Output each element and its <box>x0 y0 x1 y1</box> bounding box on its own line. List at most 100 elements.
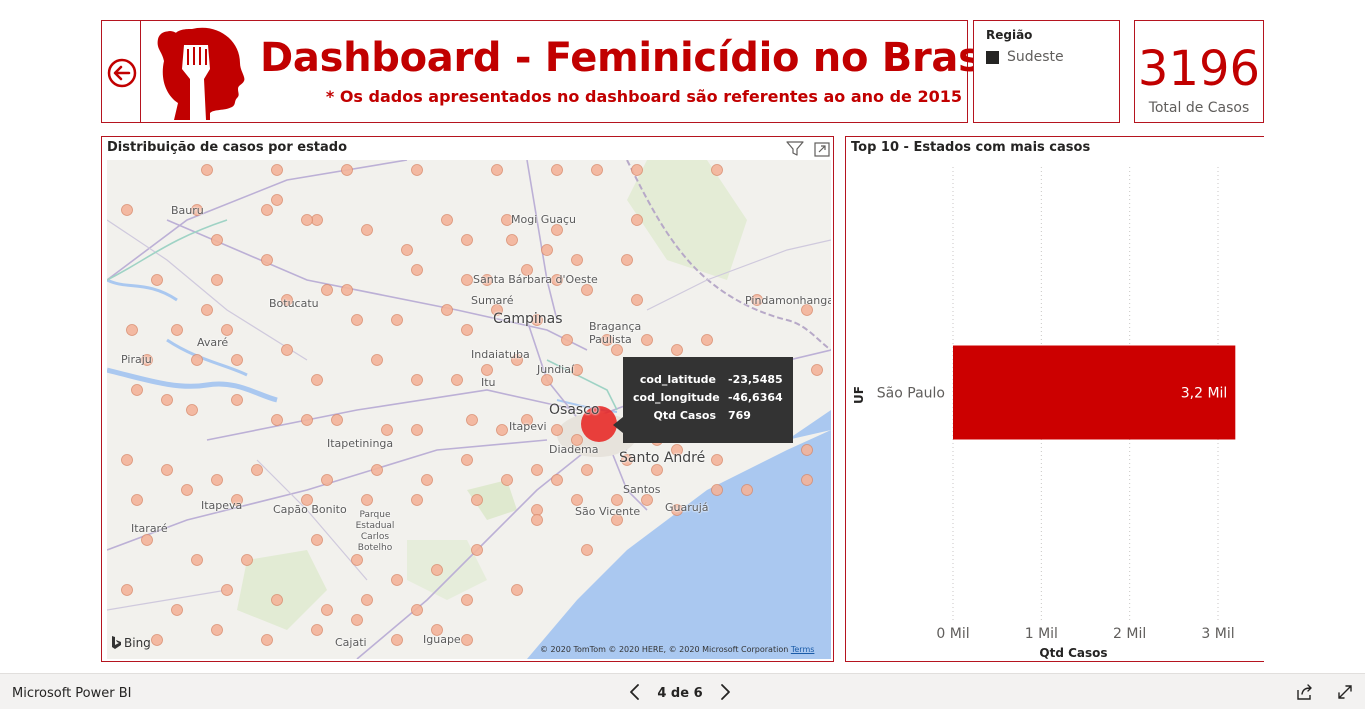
case-bubble[interactable] <box>221 324 233 336</box>
case-bubble[interactable] <box>401 244 413 256</box>
case-bubble[interactable] <box>341 284 353 296</box>
case-bubble[interactable] <box>711 164 723 176</box>
case-bubble[interactable] <box>261 254 273 266</box>
case-bubble[interactable] <box>631 164 643 176</box>
case-bubble[interactable] <box>301 414 313 426</box>
case-bubble[interactable] <box>321 604 333 616</box>
case-bubble[interactable] <box>506 234 518 246</box>
case-bubble[interactable] <box>181 484 193 496</box>
case-bubble[interactable] <box>531 514 543 526</box>
case-bubble[interactable] <box>211 624 223 636</box>
case-bubble[interactable] <box>481 364 493 376</box>
case-bubble[interactable] <box>211 474 223 486</box>
case-bubble[interactable] <box>231 354 243 366</box>
filter-icon[interactable] <box>786 141 804 157</box>
case-bubble[interactable] <box>631 214 643 226</box>
case-bubble[interactable] <box>221 584 233 596</box>
case-bubble[interactable] <box>671 344 683 356</box>
case-bubble[interactable] <box>541 374 553 386</box>
case-bubble[interactable] <box>161 394 173 406</box>
case-bubble[interactable] <box>651 464 663 476</box>
case-bubble[interactable] <box>581 284 593 296</box>
case-bubble[interactable] <box>361 494 373 506</box>
case-bubble[interactable] <box>211 274 223 286</box>
case-bubble[interactable] <box>701 334 713 346</box>
case-bubble[interactable] <box>331 414 343 426</box>
case-bubble[interactable] <box>571 254 583 266</box>
case-bubble[interactable] <box>631 294 643 306</box>
case-bubble[interactable] <box>391 634 403 646</box>
case-bubble[interactable] <box>561 334 573 346</box>
case-bubble[interactable] <box>381 424 393 436</box>
case-bubble[interactable] <box>441 214 453 226</box>
fullscreen-icon[interactable] <box>1337 684 1353 700</box>
case-bubble[interactable] <box>391 314 403 326</box>
case-bubble[interactable] <box>201 164 213 176</box>
case-bubble[interactable] <box>261 634 273 646</box>
case-bubble[interactable] <box>461 454 473 466</box>
case-bubble[interactable] <box>141 534 153 546</box>
case-bubble[interactable] <box>241 554 253 566</box>
case-bubble[interactable] <box>621 254 633 266</box>
case-bubble[interactable] <box>741 484 753 496</box>
slicer-item-sudeste[interactable]: Sudeste <box>986 49 1064 65</box>
case-bubble[interactable] <box>281 344 293 356</box>
case-bubble[interactable] <box>271 164 283 176</box>
case-bubble[interactable] <box>391 574 403 586</box>
case-bubble[interactable] <box>171 324 183 336</box>
case-bubble[interactable] <box>201 304 213 316</box>
case-bubble[interactable] <box>361 224 373 236</box>
case-bubble[interactable] <box>131 384 143 396</box>
case-bubble[interactable] <box>471 494 483 506</box>
case-bubble[interactable] <box>301 214 313 226</box>
case-bubble[interactable] <box>191 554 203 566</box>
case-bubble[interactable] <box>311 214 323 226</box>
case-bubble[interactable] <box>371 464 383 476</box>
case-bubble[interactable] <box>161 464 173 476</box>
case-bubble[interactable] <box>531 464 543 476</box>
case-bubble[interactable] <box>811 364 823 376</box>
case-bubble[interactable] <box>551 164 563 176</box>
case-bubble[interactable] <box>641 494 653 506</box>
case-bubble[interactable] <box>801 474 813 486</box>
case-bubble[interactable] <box>571 494 583 506</box>
case-bubble[interactable] <box>411 424 423 436</box>
case-bubble[interactable] <box>271 414 283 426</box>
case-bubble[interactable] <box>126 324 138 336</box>
case-bubble[interactable] <box>361 594 373 606</box>
case-bubble[interactable] <box>411 494 423 506</box>
case-bubble[interactable] <box>261 204 273 216</box>
case-bubble[interactable] <box>151 274 163 286</box>
case-bubble[interactable] <box>801 444 813 456</box>
case-bubble[interactable] <box>351 314 363 326</box>
case-bubble[interactable] <box>541 244 553 256</box>
case-bubble[interactable] <box>431 564 443 576</box>
case-bubble[interactable] <box>351 554 363 566</box>
case-bubble[interactable] <box>411 264 423 276</box>
case-bubble[interactable] <box>131 494 143 506</box>
case-bubble[interactable] <box>461 324 473 336</box>
case-bubble[interactable] <box>461 634 473 646</box>
case-bubble[interactable] <box>591 164 603 176</box>
case-bubble[interactable] <box>531 504 543 516</box>
case-bubble[interactable] <box>501 474 513 486</box>
case-bubble[interactable] <box>461 234 473 246</box>
terms-link[interactable]: Terms <box>791 645 815 654</box>
case-bubble[interactable] <box>311 534 323 546</box>
case-bubble[interactable] <box>451 374 463 386</box>
case-bubble[interactable] <box>271 594 283 606</box>
chevron-left-icon[interactable] <box>626 683 644 701</box>
case-bubble[interactable] <box>121 454 133 466</box>
case-bubble[interactable] <box>411 164 423 176</box>
case-bubble[interactable] <box>611 344 623 356</box>
case-bubble[interactable] <box>121 204 133 216</box>
case-bubble[interactable] <box>581 464 593 476</box>
focus-mode-icon[interactable] <box>814 142 830 157</box>
case-bubble[interactable] <box>321 284 333 296</box>
case-bubble[interactable] <box>711 484 723 496</box>
case-bubble[interactable] <box>611 494 623 506</box>
case-bubble[interactable] <box>411 604 423 616</box>
case-bubble[interactable] <box>461 274 473 286</box>
checkbox-checked-icon[interactable] <box>986 50 999 64</box>
case-bubble[interactable] <box>551 224 563 236</box>
